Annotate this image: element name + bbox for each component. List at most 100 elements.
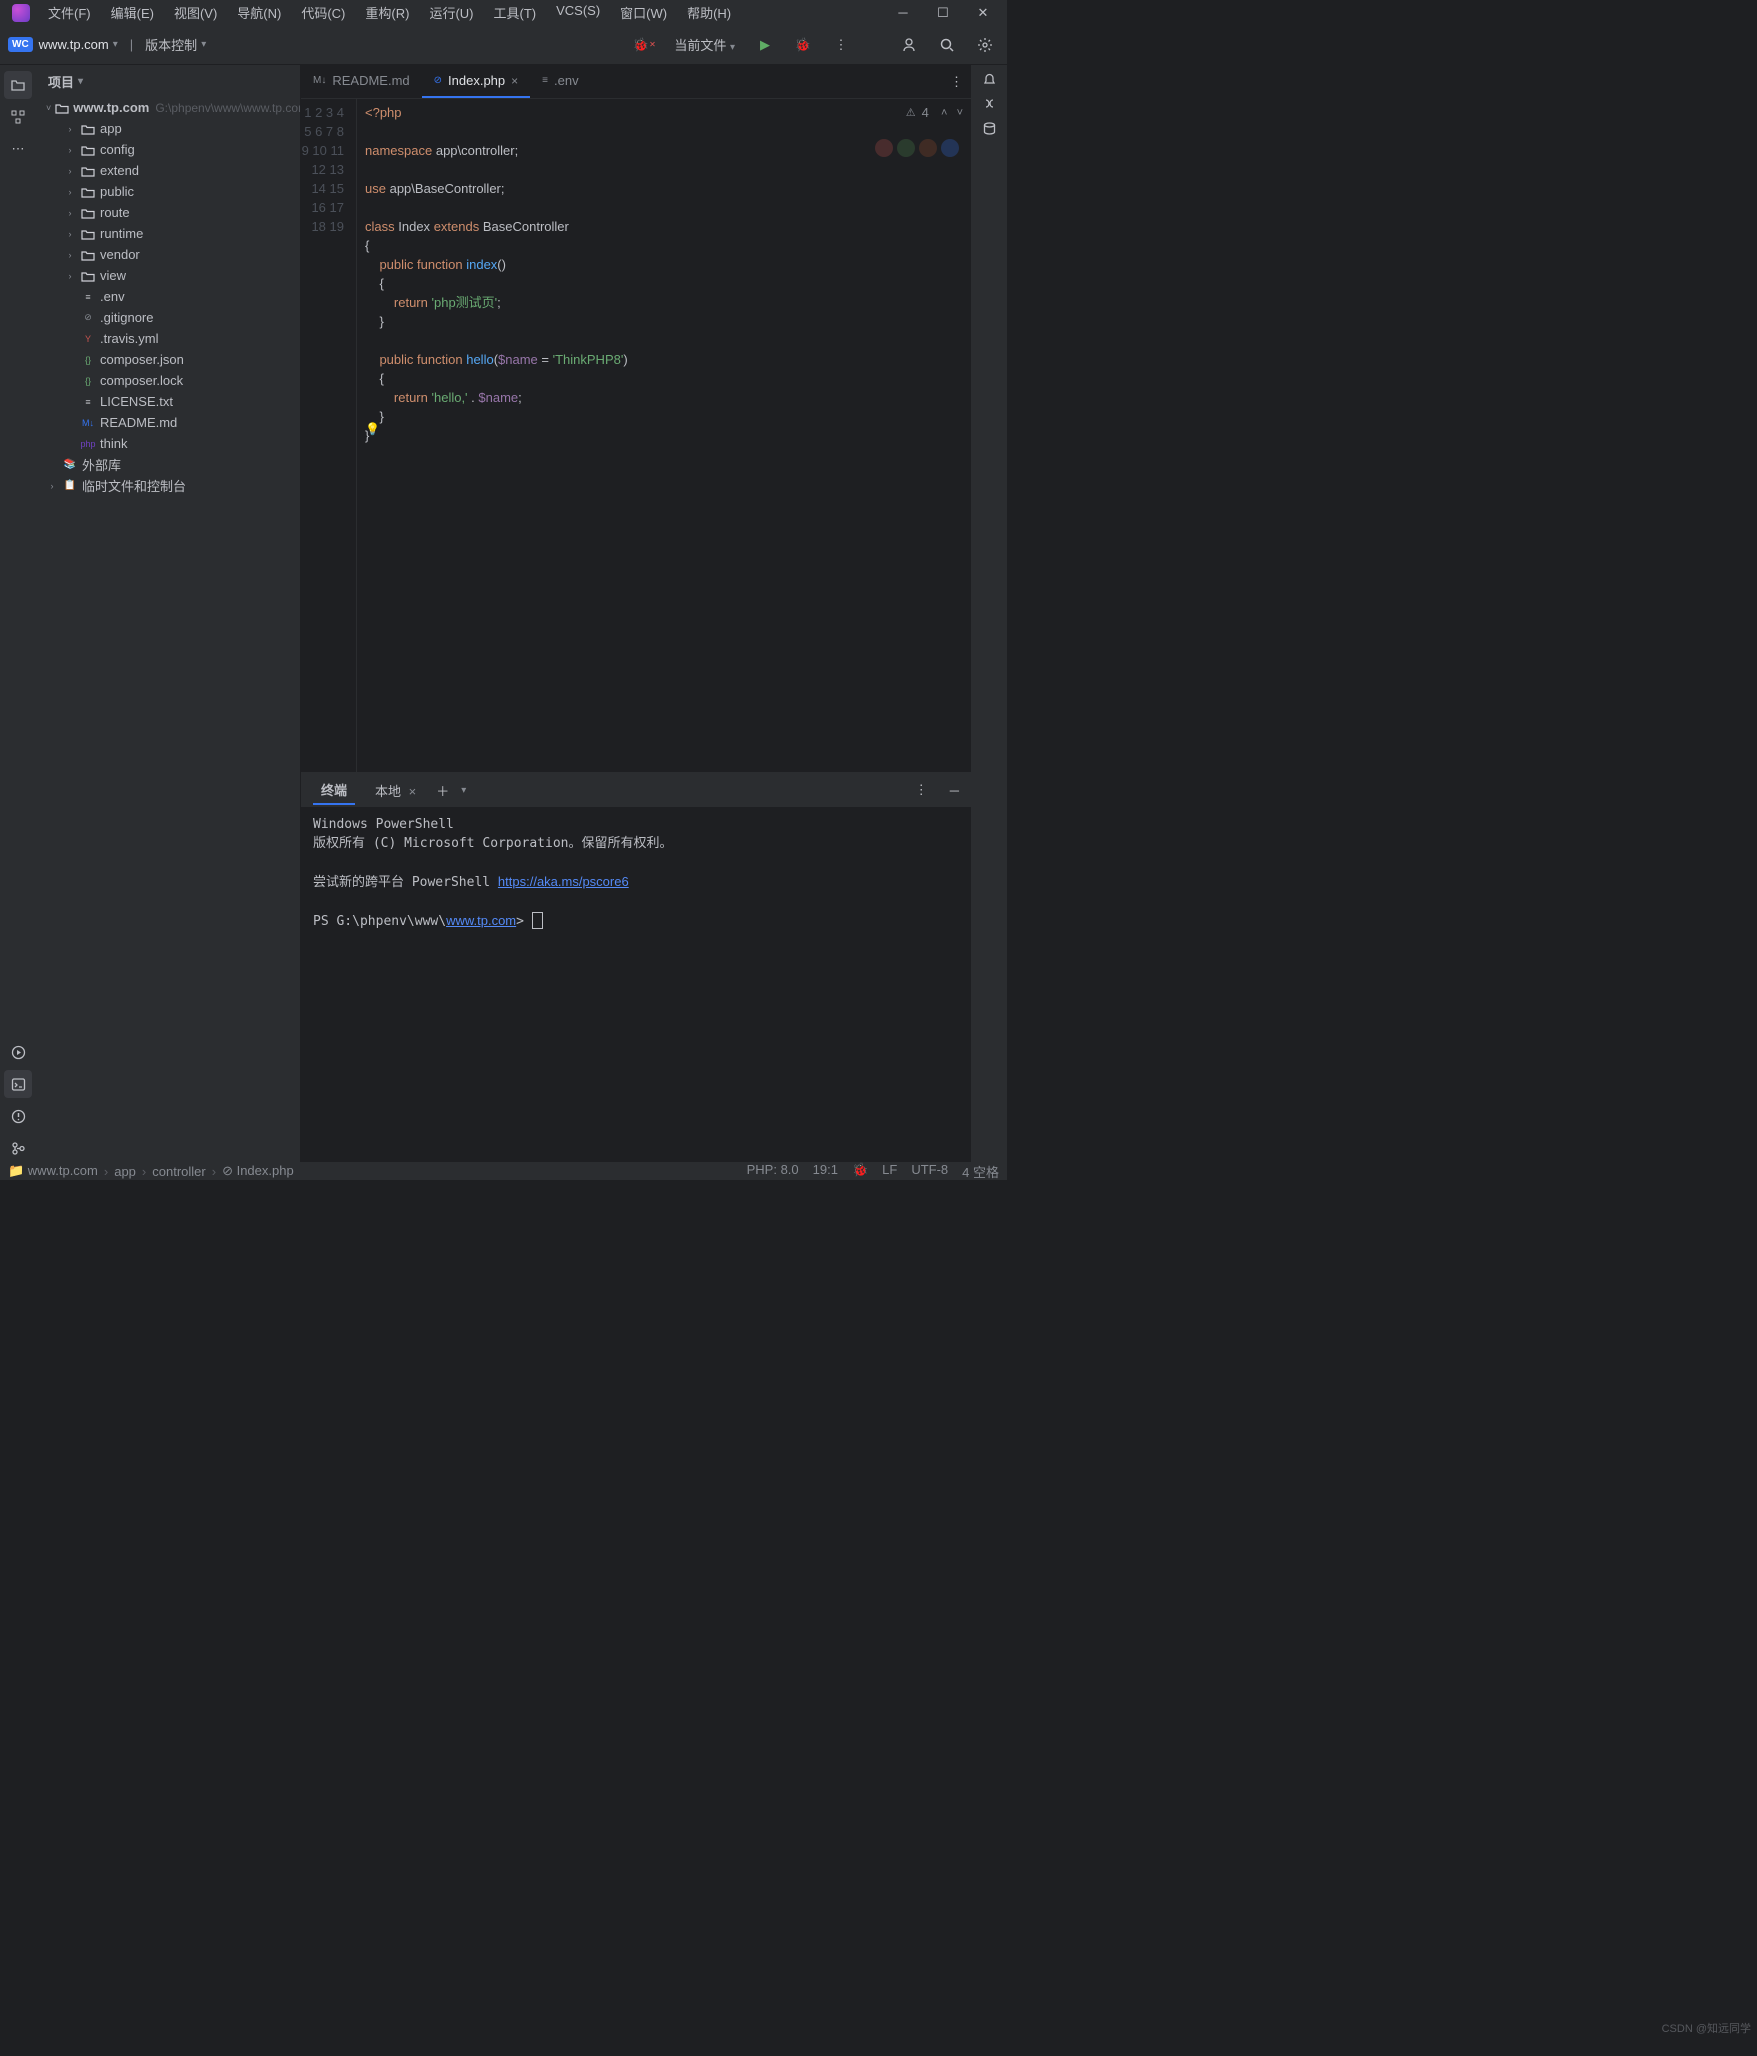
database-icon[interactable] — [982, 121, 997, 136]
chevron-down-icon[interactable]: ▾ — [113, 39, 118, 50]
ai-assistant-icon[interactable] — [982, 96, 997, 111]
vcs-menu[interactable]: 版本控制 — [145, 35, 197, 54]
menu-item[interactable]: 文件(F) — [38, 0, 101, 26]
menu-item[interactable]: 运行(U) — [419, 0, 483, 26]
settings-gear-icon[interactable] — [971, 31, 999, 59]
browser-icon — [941, 139, 959, 157]
menu-item[interactable]: 导航(N) — [227, 0, 291, 26]
editor-tab[interactable]: M↓README.md — [301, 65, 422, 98]
terminal-header: 终端 本地 × ＋ ▾ ⋮ ─ — [301, 773, 971, 807]
menu-item[interactable]: 重构(R) — [355, 0, 419, 26]
tree-row[interactable]: ›config — [36, 139, 300, 160]
run-tool-icon[interactable] — [4, 1038, 32, 1066]
tree-row[interactable]: Y.travis.yml — [36, 328, 300, 349]
more-vert-icon[interactable]: ⋮ — [827, 31, 855, 59]
editor-area: M↓README.md⊘Index.php×≡.env ⋮ 1 2 3 4 5 … — [301, 65, 971, 1162]
tree-row[interactable]: ›public — [36, 181, 300, 202]
menu-item[interactable]: 视图(V) — [164, 0, 227, 26]
terminal-panel: 终端 本地 × ＋ ▾ ⋮ ─ Windows PowerShell 版权所有 … — [301, 772, 971, 1162]
menu-item[interactable]: 帮助(H) — [677, 0, 741, 26]
line-gutter: 1 2 3 4 5 6 7 8 9 10 11 12 13 14 15 16 1… — [301, 99, 357, 772]
navigation-bar: WC www.tp.com ▾ | 版本控制 ▾ 🐞✕ 当前文件 ▾ ▶ 🐞 ⋮ — [0, 25, 1007, 65]
tree-row[interactable]: ›view — [36, 265, 300, 286]
editor-tab[interactable]: ⊘Index.php× — [422, 65, 531, 98]
intention-bulb-icon[interactable]: 💡 — [365, 422, 380, 436]
close-button[interactable]: ✕ — [963, 0, 1003, 25]
terminal-session-tab[interactable]: 本地 × — [367, 777, 424, 804]
vcs-tool-icon[interactable] — [4, 1134, 32, 1162]
tab-more-icon[interactable]: ⋮ — [950, 74, 963, 90]
run-config-selector[interactable]: 当前文件 ▾ — [668, 35, 741, 54]
tree-row[interactable]: {}composer.json — [36, 349, 300, 370]
more-vert-icon[interactable]: ⋮ — [915, 782, 928, 798]
tree-row[interactable]: phpthink — [36, 433, 300, 454]
inspection-widget[interactable]: ⚠ 4 ˄ ˅ — [906, 105, 963, 120]
menu-item[interactable]: 工具(T) — [483, 0, 546, 26]
menu-item[interactable]: 编辑(E) — [101, 0, 164, 26]
tree-row[interactable]: ›runtime — [36, 223, 300, 244]
code-content[interactable]: <?php namespace app\controller; use app\… — [357, 99, 971, 772]
tree-row[interactable]: M↓README.md — [36, 412, 300, 433]
debug-icon[interactable]: 🐞 — [789, 31, 817, 59]
tree-row[interactable]: ›app — [36, 118, 300, 139]
title-bar: 文件(F)编辑(E)视图(V)导航(N)代码(C)重构(R)运行(U)工具(T)… — [0, 0, 1007, 25]
terminal-tool-icon[interactable] — [4, 1070, 32, 1098]
project-tool-icon[interactable] — [4, 71, 32, 99]
hide-icon[interactable]: ─ — [950, 783, 959, 798]
window-controls: ─ ☐ ✕ — [883, 0, 1003, 25]
editor-tabs: M↓README.md⊘Index.php×≡.env ⋮ — [301, 65, 971, 99]
chevron-down-icon[interactable]: ▾ — [201, 39, 206, 50]
project-badge-icon: WC — [8, 37, 33, 52]
chevron-down-icon[interactable]: ▾ — [461, 785, 466, 796]
maximize-button[interactable]: ☐ — [923, 0, 963, 25]
sidebar-title[interactable]: 项目 ▾ — [36, 65, 300, 97]
browser-icon — [897, 139, 915, 157]
status-caret-pos[interactable]: 19:1 — [813, 1162, 838, 1181]
terminal-title-tab[interactable]: 终端 — [313, 776, 355, 805]
watermark: CSDN @知远同学 — [1662, 2020, 1751, 2036]
editor-tab[interactable]: ≡.env — [530, 65, 590, 98]
bug-stop-icon[interactable]: 🐞✕ — [630, 31, 658, 59]
tree-row[interactable]: ≡.env — [36, 286, 300, 307]
menu-item[interactable]: 代码(C) — [291, 0, 355, 26]
project-name[interactable]: www.tp.com — [39, 37, 109, 52]
code-editor[interactable]: 1 2 3 4 5 6 7 8 9 10 11 12 13 14 15 16 1… — [301, 99, 971, 772]
breadcrumb[interactable]: 📁 www.tp.com › app › controller › ⊘ Inde… — [8, 1163, 294, 1179]
tree-row[interactable]: ›📋临时文件和控制台 — [36, 475, 300, 496]
search-icon[interactable] — [933, 31, 961, 59]
tree-row[interactable]: ≡LICENSE.txt — [36, 391, 300, 412]
status-encoding[interactable]: UTF-8 — [911, 1162, 948, 1181]
status-indent[interactable]: 4 空格 — [962, 1162, 999, 1181]
code-with-me-icon[interactable] — [895, 31, 923, 59]
status-php[interactable]: PHP: 8.0 — [747, 1162, 799, 1181]
tree-row[interactable]: ⊘.gitignore — [36, 307, 300, 328]
browser-icon — [875, 139, 893, 157]
run-icon[interactable]: ▶ — [751, 31, 779, 59]
project-tree[interactable]: ˅www.tp.comG:\phpenv\www\www.tp.com›app›… — [36, 97, 300, 1162]
problems-tool-icon[interactable] — [4, 1102, 32, 1130]
tree-row[interactable]: 📚外部库 — [36, 454, 300, 475]
tree-row[interactable]: {}composer.lock — [36, 370, 300, 391]
terminal-output[interactable]: Windows PowerShell 版权所有 (C) Microsoft Co… — [301, 807, 971, 1162]
app-logo-icon — [12, 4, 30, 22]
main-menu: 文件(F)编辑(E)视图(V)导航(N)代码(C)重构(R)运行(U)工具(T)… — [38, 0, 741, 26]
project-sidebar: 项目 ▾ ˅www.tp.comG:\phpenv\www\www.tp.com… — [36, 65, 301, 1162]
menu-item[interactable]: VCS(S) — [546, 0, 610, 26]
tree-row[interactable]: ›route — [36, 202, 300, 223]
status-line-sep[interactable]: LF — [882, 1162, 897, 1181]
tree-row[interactable]: ›extend — [36, 160, 300, 181]
left-tool-strip: ⋯ — [0, 65, 36, 1162]
notifications-icon[interactable] — [982, 71, 997, 86]
tree-row[interactable]: ˅www.tp.comG:\phpenv\www\www.tp.com — [36, 97, 300, 118]
browser-icons[interactable] — [875, 139, 959, 157]
tree-row[interactable]: ›vendor — [36, 244, 300, 265]
more-horiz-icon[interactable]: ⋯ — [4, 135, 32, 163]
terminal-add-icon[interactable]: ＋ — [436, 781, 449, 800]
menu-item[interactable]: 窗口(W) — [610, 0, 677, 26]
minimize-button[interactable]: ─ — [883, 0, 923, 25]
right-tool-strip — [971, 65, 1007, 1162]
browser-icon — [919, 139, 937, 157]
main-area: ⋯ 项目 ▾ ˅www.tp.comG:\phpenv\www\www.tp.c… — [0, 65, 1007, 1162]
status-debug-icon[interactable]: 🐞 — [852, 1162, 868, 1181]
structure-tool-icon[interactable] — [4, 103, 32, 131]
